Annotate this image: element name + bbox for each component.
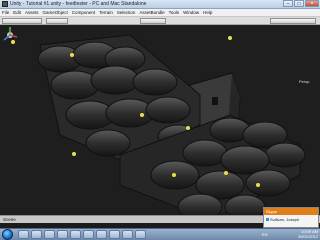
title-bar: Unity - Tutorial #1.unity - feedtester -… <box>0 0 320 9</box>
play-controls-button[interactable] <box>140 18 166 24</box>
language-indicator[interactable]: EN <box>262 232 268 237</box>
unity-logo-icon <box>2 1 8 7</box>
light-icon <box>172 173 176 177</box>
light-icon <box>224 171 228 175</box>
transform-tools-button[interactable] <box>2 18 42 24</box>
chrome-icon[interactable] <box>44 230 55 239</box>
menu-component[interactable]: Component <box>72 9 95 16</box>
unity-icon[interactable] <box>96 230 107 239</box>
media-icon[interactable] <box>70 230 81 239</box>
toolbar <box>0 17 320 25</box>
light-icon <box>72 152 76 156</box>
menu-assetbundle[interactable]: AssetBundle <box>139 9 164 16</box>
light-icon <box>256 183 260 187</box>
mono-icon[interactable] <box>122 230 133 239</box>
pivot-toggle-button[interactable] <box>46 18 68 24</box>
layers-dropdown[interactable] <box>270 18 316 24</box>
light-icon <box>70 53 74 57</box>
close-button[interactable]: × <box>305 0 319 7</box>
notification-header: Skype <box>264 208 318 215</box>
explorer-icon[interactable] <box>31 230 42 239</box>
menu-file[interactable]: File <box>2 9 9 16</box>
status-dot-icon <box>266 218 269 221</box>
notification-text: Sullivan, Joseph <box>270 217 300 222</box>
maximize-button[interactable]: □ <box>294 0 304 7</box>
menu-gameobject[interactable]: GameObject <box>43 9 68 16</box>
menu-selection[interactable]: Selection <box>117 9 136 16</box>
system-clock[interactable]: 10:09 AM 30/01/2012 <box>298 229 318 240</box>
scene-render <box>0 25 320 223</box>
menu-terrain[interactable]: Terrain <box>99 9 113 16</box>
minimize-button[interactable]: – <box>283 0 293 7</box>
menu-window[interactable]: Window <box>183 9 199 16</box>
notification-title: Skype <box>266 209 278 214</box>
word-icon[interactable] <box>83 230 94 239</box>
window-title: Unity - Tutorial #1.unity - feedtester -… <box>10 1 147 7</box>
notification-popup[interactable]: Skype Sullivan, Joseph <box>263 207 319 228</box>
menu-help[interactable]: Help <box>203 9 212 16</box>
orientation-gizmo-icon[interactable] <box>0 25 20 45</box>
menu-tools[interactable]: Tools <box>169 9 180 16</box>
menu-bar: File Edit Assets GameObject Component Te… <box>0 9 320 17</box>
paint-icon[interactable] <box>135 230 146 239</box>
menu-edit[interactable]: Edit <box>13 9 21 16</box>
steam-icon[interactable] <box>57 230 68 239</box>
taskbar: EN 10:09 AM 30/01/2012 <box>0 228 320 240</box>
light-icon <box>140 113 144 117</box>
window-controls: – □ × <box>283 0 319 8</box>
view-mode-label: Persp <box>299 79 310 84</box>
scene-viewport[interactable]: Persp <box>0 25 320 223</box>
notification-body: Sullivan, Joseph <box>266 217 299 222</box>
firefox-icon[interactable] <box>109 230 120 239</box>
light-icon <box>228 36 232 40</box>
start-button[interactable] <box>2 229 13 240</box>
clock-date: 30/01/2012 <box>297 234 318 239</box>
light-icon <box>186 126 190 130</box>
menu-assets[interactable]: Assets <box>25 9 39 16</box>
scene-tab-label: Scene <box>3 217 16 222</box>
ie-icon[interactable] <box>18 230 29 239</box>
